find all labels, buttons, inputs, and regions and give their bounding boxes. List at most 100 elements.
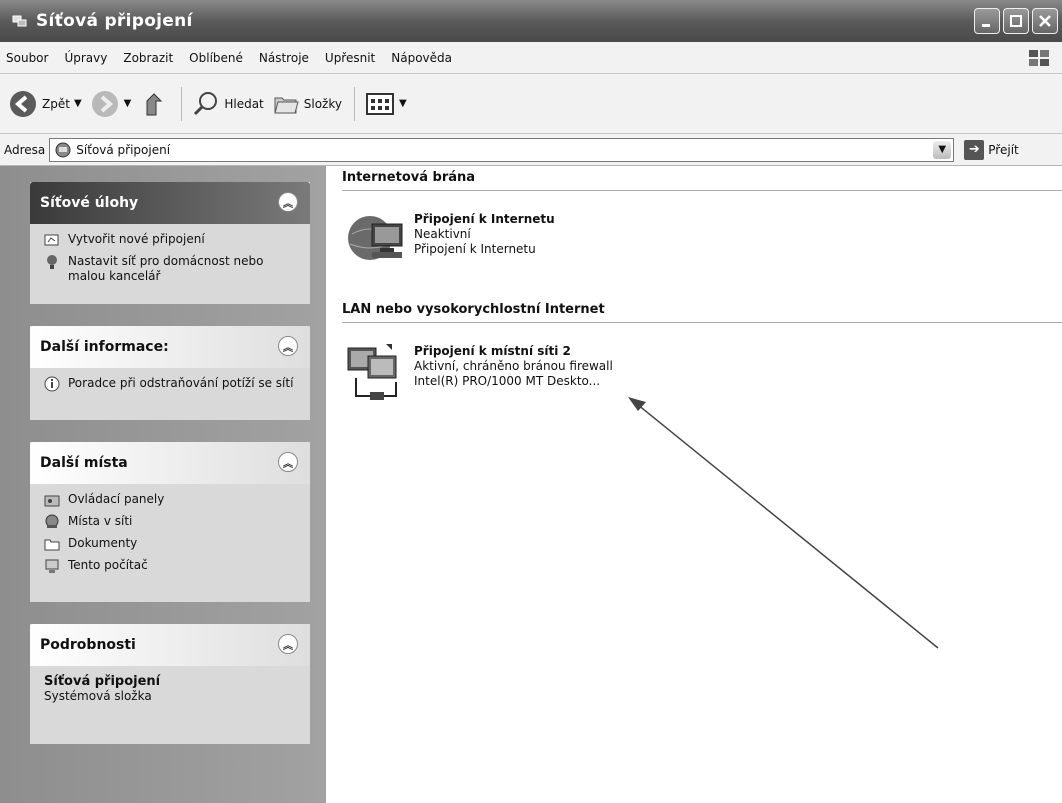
panel-title: Další informace: <box>40 339 169 355</box>
views-button[interactable]: ▼ <box>365 91 407 117</box>
minimize-button[interactable] <box>974 8 1000 34</box>
connection-device: Intel(R) PRO/1000 MT Deskto... <box>414 374 601 388</box>
toolbar: Zpět ▼ ▼ Hledat Složky ▼ <box>0 74 1062 134</box>
network-places-icon <box>45 514 59 528</box>
panel-network-tasks: Síťové úlohy ︽ Vytvořit nové připojení N… <box>30 182 310 304</box>
up-folder-icon <box>146 92 163 115</box>
maximize-button[interactable] <box>1003 8 1029 34</box>
connection-status: Aktivní, chráněno bránou firewall <box>414 359 613 373</box>
connection-internet[interactable]: Připojení k Internetu Neaktivní Připojen… <box>342 206 555 272</box>
address-label: Adresa <box>4 142 46 157</box>
collapse-chevron-icon[interactable]: ︽ <box>278 452 298 472</box>
place-my-computer[interactable]: Tento počítač <box>44 558 300 574</box>
menu-napoveda[interactable]: Nápověda <box>391 51 452 65</box>
minimize-icon <box>982 24 990 27</box>
connection-name: Připojení k místní síti 2 <box>414 344 571 358</box>
panel-title: Podrobnosti <box>40 637 136 653</box>
connection-name: Připojení k Internetu <box>414 212 555 226</box>
back-label: Zpět <box>42 96 70 111</box>
address-field[interactable]: Síťová připojení ▼ <box>49 137 955 162</box>
collapse-chevron-icon[interactable]: ︽ <box>278 192 298 212</box>
home-network-icon <box>47 255 57 269</box>
task-label: Vytvořit nové připojení <box>68 232 205 246</box>
menu-soubor[interactable]: Soubor <box>6 51 48 65</box>
back-arrow-icon <box>10 90 36 117</box>
views-icon <box>365 92 394 115</box>
group-header-internet-gateway: Internetová brána <box>342 170 476 185</box>
connection-device: Připojení k Internetu <box>414 242 536 256</box>
panel-details: Podrobnosti ︽ Síťová připojení Systémová… <box>30 624 310 744</box>
panel-body: Vytvořit nové připojení Nastavit síť pro… <box>30 224 310 300</box>
menu-bar: Soubor Úpravy Zobrazit Oblíbené Nástroje… <box>0 42 1062 74</box>
group-header-lan: LAN nebo vysokorychlostní Internet <box>342 302 605 317</box>
back-dropdown-icon[interactable]: ▼ <box>74 98 82 109</box>
title-bar[interactable]: Síťová připojení <box>0 0 1062 42</box>
panel-header[interactable]: Podrobnosti ︽ <box>30 624 310 666</box>
panel-body: Síťová připojení Systémová složka <box>30 666 310 713</box>
connection-lan[interactable]: Připojení k místní síti 2 Aktivní, chrán… <box>342 338 613 404</box>
menu-upravy[interactable]: Úpravy <box>64 51 107 65</box>
my-computer-icon <box>45 559 59 573</box>
address-bar: Adresa Síťová připojení ▼ ➔ Přejít <box>0 134 1062 166</box>
collapse-chevron-icon[interactable]: ︽ <box>278 634 298 654</box>
network-connections-icon <box>12 15 27 27</box>
group-divider <box>342 322 1062 323</box>
task-pane: Síťové úlohy ︽ Vytvořit nové připojení N… <box>0 166 326 803</box>
folders-icon <box>274 97 299 113</box>
folders-label: Složky <box>303 96 342 111</box>
toolbar-separator <box>181 86 183 121</box>
panel-title: Další místa <box>40 455 128 471</box>
connection-status: Neaktivní <box>414 227 471 241</box>
panel-header[interactable]: Síťové úlohy ︽ <box>30 182 310 224</box>
panel-body: Poradce při odstraňování potíží se sítí <box>30 368 310 408</box>
details-name: Síťová připojení <box>44 674 161 689</box>
toolbar-separator <box>353 86 355 121</box>
window-controls <box>974 8 1058 34</box>
group-divider <box>342 190 1062 191</box>
windows-logo-icon <box>1029 50 1049 66</box>
task-troubleshooter[interactable]: Poradce při odstraňování potíží se sítí <box>44 376 300 392</box>
control-panel-icon <box>44 495 60 507</box>
details-type: Systémová složka <box>44 689 152 703</box>
menu-zobrazit[interactable]: Zobrazit <box>123 51 173 65</box>
close-icon <box>1039 15 1051 27</box>
new-connection-icon <box>44 234 59 246</box>
connection-text: Připojení k Internetu Neaktivní Připojen… <box>414 206 555 257</box>
views-dropdown-icon[interactable]: ▼ <box>399 98 407 109</box>
search-label: Hledat <box>224 96 264 111</box>
folders-button[interactable]: Složky <box>272 90 342 118</box>
menu-upresnit[interactable]: Upřesnit <box>325 51 375 65</box>
go-label: Přejít <box>988 142 1019 157</box>
forward-arrow-icon <box>91 90 118 117</box>
address-dropdown-icon[interactable]: ▼ <box>933 140 952 159</box>
forward-button[interactable]: ▼ <box>90 89 132 119</box>
menu-nastroje[interactable]: Nástroje <box>259 51 309 65</box>
documents-folder-icon <box>44 539 60 551</box>
info-icon <box>44 376 60 392</box>
place-control-panel[interactable]: Ovládací panely <box>44 492 300 508</box>
place-documents[interactable]: Dokumenty <box>44 536 300 552</box>
panel-header[interactable]: Další místa ︽ <box>30 442 310 484</box>
search-icon <box>194 91 218 115</box>
collapse-chevron-icon[interactable]: ︽ <box>278 336 298 356</box>
go-button[interactable]: ➔ Přejít <box>964 139 1019 160</box>
content-area: Internetová brána Připojení k Internetu … <box>326 166 1062 803</box>
explorer-window: Síťová připojení Soubor Úpravy Zobrazit … <box>0 0 1062 803</box>
maximize-icon <box>1010 15 1022 27</box>
forward-dropdown-icon[interactable]: ▼ <box>124 98 132 109</box>
task-create-connection[interactable]: Vytvořit nové připojení <box>44 232 300 248</box>
panel-more-info: Další informace: ︽ Poradce při odstraňov… <box>30 326 310 420</box>
go-arrow-icon: ➔ <box>964 139 985 160</box>
back-button[interactable]: Zpět ▼ <box>8 89 82 119</box>
place-label: Tento počítač <box>68 558 148 572</box>
task-setup-home-network[interactable]: Nastavit síť pro domácnost nebo malou ka… <box>44 254 300 284</box>
close-button[interactable] <box>1032 8 1058 34</box>
panel-header[interactable]: Další informace: ︽ <box>30 326 310 368</box>
search-button[interactable]: Hledat <box>192 90 264 118</box>
address-value: Síťová připojení <box>76 142 171 157</box>
place-network-places[interactable]: Místa v síti <box>44 514 300 530</box>
internet-gateway-icon <box>348 216 403 260</box>
lan-connection-icon <box>347 344 397 400</box>
up-button[interactable] <box>139 89 169 119</box>
menu-oblibene[interactable]: Oblíbené <box>189 51 243 65</box>
